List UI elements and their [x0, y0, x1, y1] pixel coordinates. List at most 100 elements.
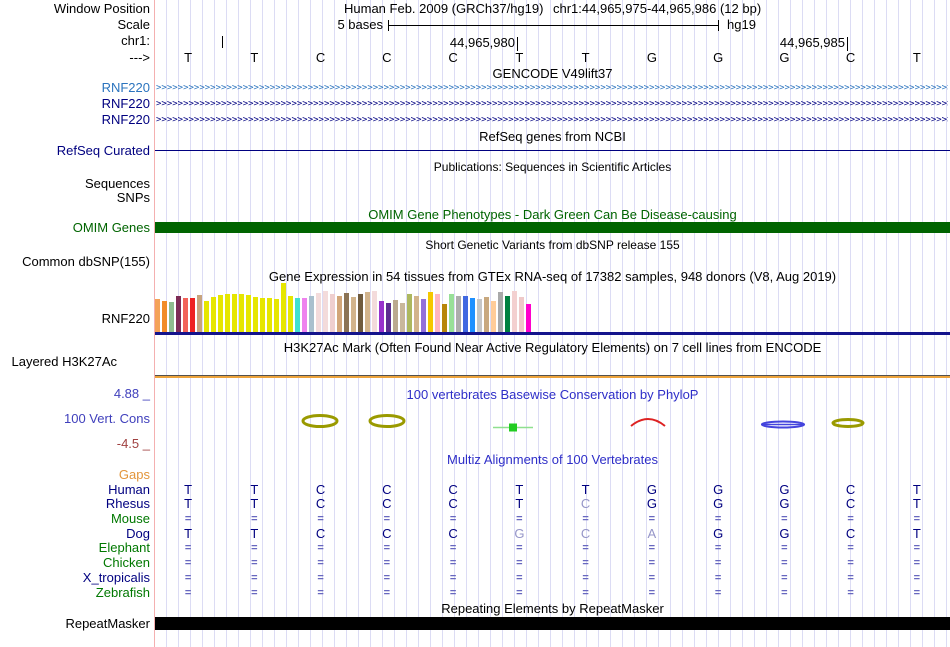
phylop-glyph-arc[interactable]: [629, 418, 667, 428]
gtex-bar[interactable]: [379, 301, 384, 332]
alignment-cell: =: [781, 572, 788, 584]
gtex-bar[interactable]: [183, 298, 188, 332]
phylop-glyph-ring[interactable]: [368, 414, 406, 428]
gtex-bar[interactable]: [358, 294, 363, 332]
base-letter: T: [184, 50, 193, 65]
alignment-cell: T: [250, 482, 259, 497]
gtex-bar[interactable]: [309, 296, 314, 332]
gtex-bar[interactable]: [197, 295, 202, 332]
alignment-cell: T: [184, 496, 193, 511]
gtex-bar[interactable]: [470, 298, 475, 332]
alignment-cell: T: [184, 482, 193, 497]
base-letter: T: [912, 50, 921, 65]
refseq-curated-line[interactable]: [155, 150, 950, 151]
alignment-cell: C: [382, 526, 392, 541]
gtex-bar[interactable]: [239, 294, 244, 332]
alignment-cell: =: [781, 513, 788, 525]
alignment-cell: =: [184, 557, 192, 569]
phylop-glyph-line-dot[interactable]: [493, 423, 533, 432]
gtex-bar[interactable]: [176, 296, 181, 332]
alignment-cell: T: [912, 482, 921, 497]
gtex-bar[interactable]: [463, 296, 468, 332]
position-range-title: chr1:44,965,975-44,965,986 (12 bp): [553, 1, 762, 16]
gtex-bar[interactable]: [218, 295, 223, 332]
gtex-bar[interactable]: [435, 294, 440, 332]
gtex-bar[interactable]: [477, 299, 482, 332]
alignment-cell: =: [648, 542, 656, 554]
alignment-cell: =: [251, 542, 258, 554]
gtex-bar[interactable]: [386, 303, 391, 332]
alignment-cell: =: [714, 557, 722, 569]
alignment-cell: =: [449, 557, 457, 569]
gtex-bar[interactable]: [260, 298, 265, 332]
gtex-bar[interactable]: [421, 299, 426, 332]
gtex-bar[interactable]: [407, 294, 412, 332]
gtex-bar[interactable]: [316, 293, 321, 332]
gtex-bar[interactable]: [169, 302, 174, 332]
alignment-cell: =: [781, 557, 788, 569]
repeatmasker-bar[interactable]: [155, 617, 950, 630]
omim-track-title: OMIM Gene Phenotypes - Dark Green Can Be…: [368, 207, 737, 222]
gtex-bar[interactable]: [442, 304, 447, 332]
gtex-bar[interactable]: [302, 298, 307, 332]
gtex-bar[interactable]: [337, 296, 342, 332]
alignment-cell: G: [713, 482, 724, 497]
gtex-bar[interactable]: [344, 293, 349, 332]
gtex-bar[interactable]: [204, 301, 209, 332]
gtex-bar[interactable]: [491, 301, 496, 332]
genome-assembly-title: Human Feb. 2009 (GRCh37/hg19): [344, 1, 544, 16]
alignment-cell: =: [648, 587, 656, 599]
alignment-cell: =: [449, 542, 457, 554]
gtex-bar[interactable]: [449, 294, 454, 332]
gtex-bar[interactable]: [414, 296, 419, 332]
gtex-bar[interactable]: [267, 298, 272, 332]
alignment-cell: =: [847, 542, 854, 554]
chromosome-label: chr1:: [121, 33, 150, 48]
gtex-bar[interactable]: [351, 297, 356, 332]
phylop-glyph-lens[interactable]: [760, 420, 806, 429]
base-letter: C: [315, 50, 326, 65]
transcript-arrows[interactable]: >>>>>>>>>>>>>>>>>>>>>>>>>>>>>>>>>>>>>>>>…: [156, 82, 948, 94]
gtex-bar[interactable]: [253, 297, 258, 332]
alignment-cell: T: [250, 526, 259, 541]
alignment-cell: =: [251, 513, 258, 525]
gtex-bar[interactable]: [323, 291, 328, 332]
gtex-bar[interactable]: [526, 304, 531, 332]
alignment-cell: =: [516, 572, 523, 584]
gtex-bar[interactable]: [190, 298, 195, 332]
transcript-arrows[interactable]: >>>>>>>>>>>>>>>>>>>>>>>>>>>>>>>>>>>>>>>>…: [156, 114, 948, 126]
species-label-chicken: Chicken: [103, 555, 150, 570]
phylop-glyph-ring[interactable]: [301, 414, 339, 428]
gtex-bar[interactable]: [162, 301, 167, 332]
omim-genes-label: OMIM Genes: [72, 220, 150, 235]
gtex-bar[interactable]: [232, 294, 237, 332]
phylop-glyph-ring[interactable]: [831, 418, 865, 428]
gtex-bar[interactable]: [505, 296, 510, 332]
gtex-bar[interactable]: [498, 292, 503, 332]
gtex-bar[interactable]: [281, 283, 286, 332]
h3k27ac-signal-line[interactable]: [155, 376, 950, 378]
gtex-bar[interactable]: [295, 298, 300, 332]
gtex-bar[interactable]: [400, 303, 405, 332]
gtex-bar[interactable]: [428, 292, 433, 332]
transcript-arrows[interactable]: >>>>>>>>>>>>>>>>>>>>>>>>>>>>>>>>>>>>>>>>…: [156, 98, 948, 110]
alignment-cell: =: [847, 513, 854, 525]
gtex-bar[interactable]: [365, 292, 370, 332]
gtex-bar[interactable]: [456, 296, 461, 332]
base-letter: T: [515, 50, 524, 65]
alignment-cell: =: [714, 513, 722, 525]
gtex-bar[interactable]: [274, 299, 279, 332]
gtex-bar[interactable]: [246, 295, 251, 332]
alignment-cell: G: [713, 526, 724, 541]
gtex-bar[interactable]: [393, 300, 398, 332]
gtex-bar[interactable]: [484, 297, 489, 332]
gtex-bar[interactable]: [512, 291, 517, 332]
gtex-bar[interactable]: [288, 296, 293, 332]
omim-gene-bar[interactable]: [155, 222, 950, 233]
gtex-bar[interactable]: [211, 297, 216, 332]
gtex-bar[interactable]: [330, 294, 335, 332]
gtex-bar[interactable]: [155, 299, 160, 332]
gtex-bar[interactable]: [372, 291, 377, 332]
gtex-bar[interactable]: [225, 294, 230, 332]
gtex-bar[interactable]: [519, 297, 524, 332]
